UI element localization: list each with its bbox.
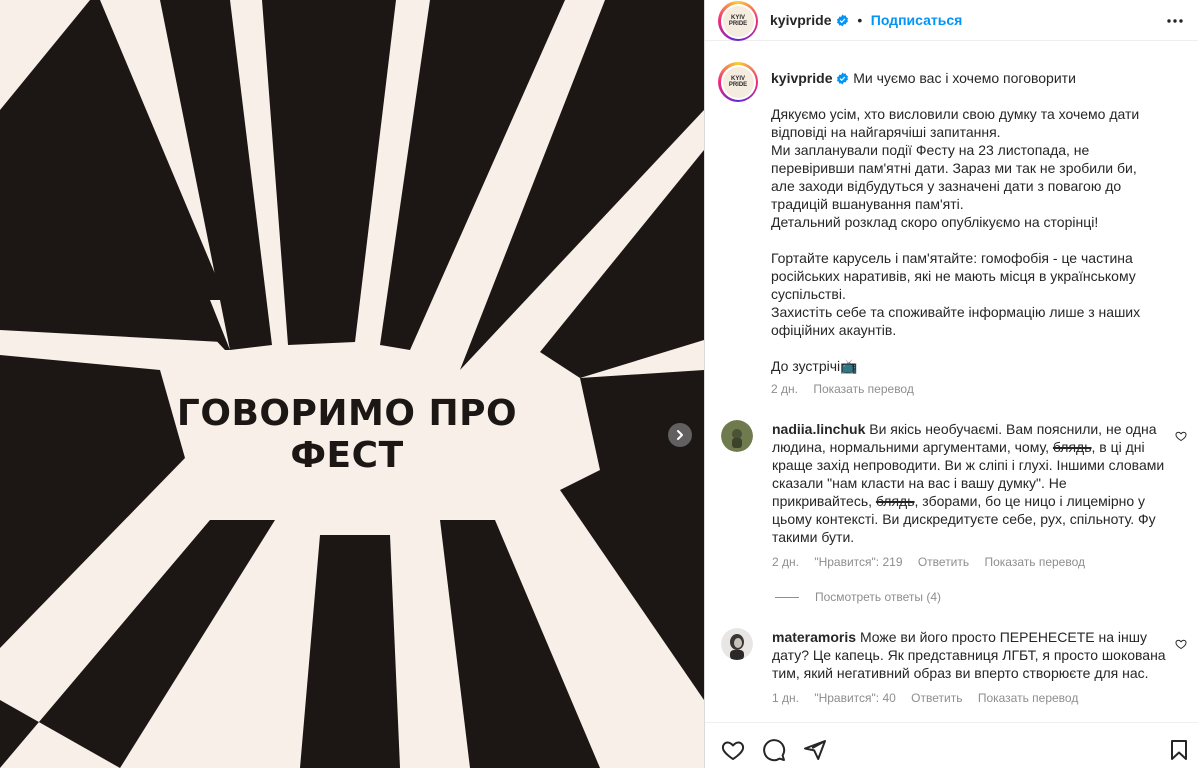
caption-avatar-logo: KYIV PRIDE: [722, 66, 754, 98]
comment-icon[interactable]: [762, 738, 786, 762]
caption-meta: 2 дн. Показать перевод: [771, 382, 914, 396]
caption-lead: Ми чуємо вас і хочемо поговорити: [853, 70, 1076, 86]
share-icon[interactable]: [803, 738, 827, 762]
replies-divider: [775, 597, 799, 599]
verified-badge-icon: [836, 14, 848, 27]
headline-line-1: ГОВОРИМО ПРО: [176, 393, 518, 434]
verified-badge-icon: [837, 72, 849, 85]
comment-username[interactable]: nadiia.linchuk: [772, 421, 865, 437]
comment-reply-button[interactable]: Ответить: [918, 555, 969, 569]
comment-body: nadiia.linchuk Ви якісь необучаємі. Вам …: [772, 420, 1167, 546]
comment-translate-link[interactable]: Показать перевод: [978, 691, 1079, 705]
commenter-avatar[interactable]: [721, 420, 753, 452]
caption-body: Дякуємо усім, хто висловили свою думку т…: [771, 105, 1151, 375]
header-author-row: kyivpride • Подписаться: [770, 12, 962, 30]
heart-icon[interactable]: [721, 738, 745, 762]
comment-reply-button[interactable]: Ответить: [911, 691, 962, 705]
comment-body: materamoris Може ви його просто ПЕРЕНЕСЕ…: [772, 628, 1167, 682]
header-username[interactable]: kyivpride: [770, 12, 831, 28]
headline-line-2: ФЕСТ: [290, 435, 404, 476]
heart-icon[interactable]: [1175, 430, 1187, 442]
comment-item: materamoris Може ви його просто ПЕРЕНЕСЕ…: [719, 628, 1189, 698]
post-header: KYIV PRIDE kyivpride • Подписаться: [705, 0, 1198, 41]
commenter-avatar[interactable]: [721, 628, 753, 660]
view-replies-button[interactable]: Посмотреть ответы (4): [775, 590, 941, 604]
comment-text-struck: блядь: [875, 493, 915, 509]
heart-icon[interactable]: [1175, 638, 1187, 650]
carousel-next-button[interactable]: [668, 423, 692, 447]
caption-paragraph: [771, 339, 1151, 357]
comment-meta: 2 дн. "Нравится": 219 Ответить Показать …: [772, 555, 1085, 569]
carousel-next-icon: [677, 430, 683, 440]
caption-username[interactable]: kyivpride: [771, 70, 832, 86]
caption-translate-link[interactable]: Показать перевод: [813, 382, 914, 396]
post-actions-bar: [705, 722, 1198, 768]
comment-time[interactable]: 2 дн.: [772, 555, 799, 569]
view-replies-label: Посмотреть ответы (4): [815, 590, 942, 604]
comment-time[interactable]: 1 дн.: [772, 691, 799, 705]
author-avatar[interactable]: KYIV PRIDE: [718, 1, 758, 41]
author-avatar-logo: KYIV PRIDE: [722, 5, 754, 37]
caption-paragraph: Ми запланували події Фесту на 23 листопа…: [771, 142, 1137, 212]
comments-scroll-area[interactable]: KYIV PRIDE kyivpride Ми чуємо вас і хоче…: [705, 42, 1198, 722]
caption-time[interactable]: 2 дн.: [771, 382, 798, 396]
caption-first-line: kyivpride Ми чуємо вас і хочемо поговори…: [771, 69, 1171, 87]
comment-meta: 1 дн. "Нравится": 40 Ответить Показать п…: [772, 691, 1078, 705]
bookmark-icon[interactable]: [1167, 738, 1191, 762]
caption-paragraph: Дякуємо усім, хто висловили свою думку т…: [771, 106, 1140, 140]
caption-paragraph: Гортайте карусель і пам'ятайте: гомофобі…: [771, 250, 1136, 302]
comment-likes[interactable]: "Нравится": 219: [814, 555, 902, 569]
comment-text-struck: блядь: [1052, 439, 1092, 455]
post-headline: ГОВОРИМО ПРО ФЕСТ: [0, 393, 694, 477]
caption-paragraph: Детальний розклад скоро опублікуємо на с…: [771, 214, 1099, 230]
post-side-panel: KYIV PRIDE kyivpride • Подписаться KYIV …: [704, 0, 1198, 768]
comment-translate-link[interactable]: Показать перевод: [984, 555, 1085, 569]
more-options-icon[interactable]: [1165, 11, 1185, 31]
caption-avatar[interactable]: KYIV PRIDE: [718, 62, 758, 102]
sunburst-graphic: [0, 0, 704, 768]
caption-paragraph: [771, 231, 1151, 249]
comment-likes[interactable]: "Нравится": 40: [814, 691, 896, 705]
caption-paragraph: Захистіть себе та споживайте інформацію …: [771, 304, 1141, 338]
follow-button[interactable]: Подписаться: [871, 12, 963, 28]
header-separator: •: [857, 12, 863, 28]
post-media[interactable]: ГОВОРИМО ПРО ФЕСТ: [0, 0, 704, 768]
comment-username[interactable]: materamoris: [772, 629, 856, 645]
caption-paragraph: До зустрічі📺: [771, 358, 858, 374]
